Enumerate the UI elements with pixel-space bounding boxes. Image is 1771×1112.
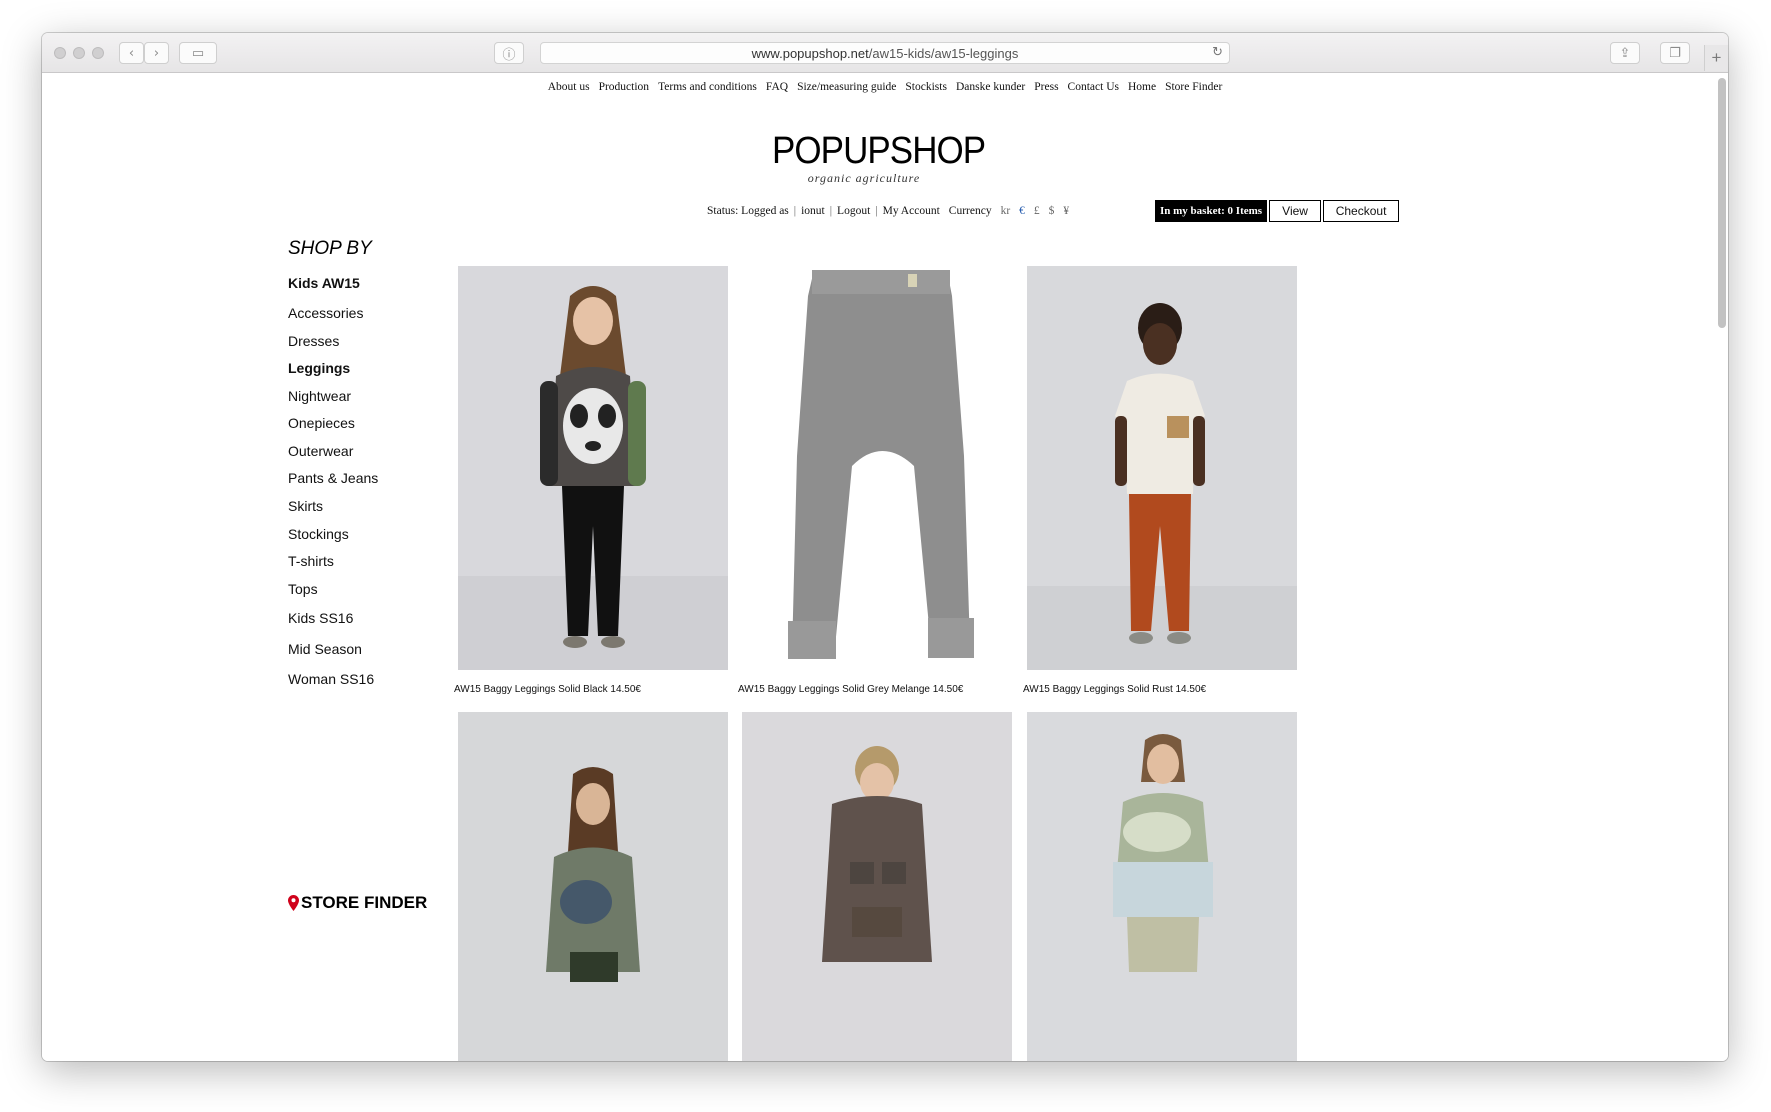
currency-gbp[interactable]: £ [1034, 205, 1040, 217]
reload-icon[interactable]: ↻ [1212, 45, 1223, 60]
product-caption[interactable]: AW15 Baggy Leggings Solid Grey Melange 1… [738, 684, 963, 695]
nav-stockists[interactable]: Stockists [905, 81, 947, 93]
nav-faq[interactable]: FAQ [766, 81, 788, 93]
category-nightwear[interactable]: Nightwear [288, 388, 351, 404]
nav-danske-kunder[interactable]: Danske kunder [956, 81, 1025, 93]
nav-about-us[interactable]: About us [548, 81, 590, 93]
browser-toolbar: ‹ › ▭ ⓘ www.popupshop.net/aw15-kids/aw15… [42, 33, 1728, 73]
product-image[interactable] [742, 266, 1012, 670]
logo-tagline: organic agriculture [807, 171, 921, 185]
logout-link[interactable]: Logout [837, 205, 870, 217]
web-page: About us Production Terms and conditions… [42, 74, 1728, 1061]
share-icon[interactable]: ⇪ [1610, 42, 1640, 64]
category-onepieces[interactable]: Onepieces [288, 415, 355, 431]
my-account-link[interactable]: My Account [883, 205, 940, 217]
currency-label: Currency [948, 205, 992, 217]
close-window-button[interactable] [54, 47, 66, 59]
forward-icon[interactable]: › [144, 42, 169, 64]
nav-terms[interactable]: Terms and conditions [658, 81, 757, 93]
basket-count: In my basket: 0 Items [1155, 200, 1268, 222]
product-photo [742, 266, 1012, 670]
product-photo [742, 712, 1012, 1061]
product-image[interactable] [1027, 266, 1297, 670]
address-bar[interactable]: www.popupshop.net/aw15-kids/aw15-legging… [540, 42, 1230, 64]
top-navigation: About us Production Terms and conditions… [42, 81, 1728, 93]
checkout-button[interactable]: Checkout [1323, 200, 1400, 222]
minimize-window-button[interactable] [73, 47, 85, 59]
product-photo [458, 712, 728, 1061]
new-tab-icon[interactable]: + [1704, 45, 1728, 71]
basket-widget: In my basket: 0 Items View Checkout [1155, 200, 1400, 222]
nav-home[interactable]: Home [1128, 81, 1156, 93]
browser-window: ‹ › ▭ ⓘ www.popupshop.net/aw15-kids/aw15… [42, 33, 1728, 1061]
category-t-shirts[interactable]: T-shirts [288, 553, 334, 569]
shop-by-heading: SHOP BY [288, 238, 372, 259]
category-sidebar: SHOP BY Kids AW15 Accessories Dresses Le… [288, 238, 488, 687]
window-controls [54, 47, 104, 59]
back-icon[interactable]: ‹ [119, 42, 144, 64]
tabs-overview-icon[interactable]: ❐ [1660, 42, 1690, 64]
nav-contact-us[interactable]: Contact Us [1068, 81, 1119, 93]
product-photo [458, 266, 728, 670]
product-photo [1027, 266, 1297, 670]
category-outerwear[interactable]: Outerwear [288, 443, 353, 459]
product-image[interactable] [458, 712, 728, 1061]
username: ionut [801, 205, 825, 217]
map-pin-icon [288, 895, 299, 911]
category-mid-season[interactable]: Mid Season [288, 641, 362, 657]
url-host: www.popupshop.net [751, 45, 869, 61]
page-scrollbar[interactable] [1718, 78, 1726, 328]
view-basket-button[interactable]: View [1269, 200, 1322, 222]
logo-name: POPUPSHOP [772, 130, 986, 172]
product-image[interactable] [458, 266, 728, 670]
category-stockings[interactable]: Stockings [288, 526, 349, 542]
nav-size-guide[interactable]: Size/measuring guide [797, 81, 896, 93]
sidebar-toggle-icon[interactable]: ▭ [179, 42, 217, 64]
product-photo [1027, 712, 1297, 1061]
separator: | [875, 205, 878, 217]
currency-kr[interactable]: kr [1001, 205, 1011, 217]
separator: | [829, 205, 833, 217]
currency-eur[interactable]: € [1019, 205, 1025, 217]
category-leggings[interactable]: Leggings [288, 360, 350, 376]
category-kids-aw15[interactable]: Kids AW15 [288, 275, 360, 291]
category-woman-ss16[interactable]: Woman SS16 [288, 671, 374, 687]
store-finder-link[interactable]: STORE FINDER [288, 893, 427, 913]
category-kids-ss16[interactable]: Kids SS16 [288, 610, 353, 626]
product-caption[interactable]: AW15 Baggy Leggings Solid Rust 14.50€ [1023, 684, 1206, 695]
nav-production[interactable]: Production [599, 81, 649, 93]
currency-usd[interactable]: $ [1049, 205, 1055, 217]
separator: | [793, 205, 797, 217]
category-skirts[interactable]: Skirts [288, 498, 323, 514]
product-caption[interactable]: AW15 Baggy Leggings Solid Black 14.50€ [454, 684, 641, 695]
site-logo[interactable]: POPUPSHOP organic agriculture [764, 130, 986, 186]
category-tops[interactable]: Tops [288, 581, 318, 597]
category-accessories[interactable]: Accessories [288, 305, 363, 321]
currency-jpy[interactable]: ¥ [1063, 205, 1069, 217]
store-finder-label: STORE FINDER [301, 893, 428, 912]
zoom-window-button[interactable] [92, 47, 104, 59]
account-status-bar: Status: Logged as | ionut | Logout | My … [707, 205, 1069, 217]
nav-press[interactable]: Press [1034, 81, 1058, 93]
nav-store-finder[interactable]: Store Finder [1165, 81, 1222, 93]
product-image[interactable] [1027, 712, 1297, 1061]
category-pants-jeans[interactable]: Pants & Jeans [288, 470, 378, 486]
status-label: Status: Logged as [707, 205, 789, 217]
privacy-report-icon[interactable]: ⓘ [494, 42, 524, 64]
url-path: /aw15-kids/aw15-leggings [868, 45, 1019, 61]
product-image[interactable] [742, 712, 1012, 1061]
category-dresses[interactable]: Dresses [288, 333, 339, 349]
